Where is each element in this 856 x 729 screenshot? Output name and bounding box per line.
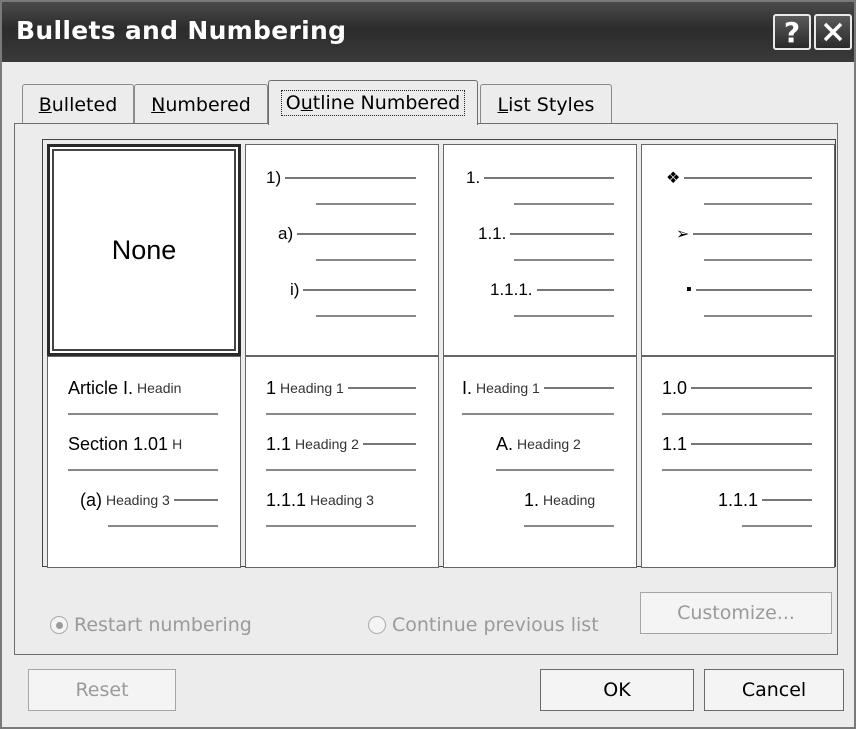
tab-bulleted-label: Bulleted xyxy=(38,93,118,116)
title-bar[interactable]: Bullets and Numbering ? xyxy=(2,2,854,62)
style-none-label: None xyxy=(111,234,177,265)
style-article-section[interactable]: Article I. Headin Section 1.01 H (a) Headin… xyxy=(47,356,241,568)
tab-list-styles-label: List Styles xyxy=(497,93,595,116)
diamond-bullet-icon: ❖ xyxy=(666,170,681,187)
style-row: I. Heading 1 xyxy=(462,377,614,399)
dialog-window: Bullets and Numbering ? Bulleted Numbere… xyxy=(0,0,856,729)
style-heading-roman[interactable]: I. Heading 1 A. Heading 2 1. Heading xyxy=(443,356,637,568)
style-row: A. Heading 2 xyxy=(496,433,581,454)
window-title: Bullets and Numbering xyxy=(16,16,347,45)
close-icon xyxy=(823,22,843,42)
style-row: 1 Heading 1 xyxy=(266,377,416,399)
radio-selected-icon xyxy=(50,616,68,634)
style-row: 1.1.1. xyxy=(490,279,614,301)
tab-outline-numbered-label: Outline Numbered xyxy=(280,90,466,116)
style-row: a) xyxy=(278,223,416,245)
style-row: (a) Heading 3 xyxy=(80,489,218,511)
style-row: ❖ xyxy=(666,167,812,189)
style-none[interactable]: None xyxy=(47,144,241,356)
reset-button[interactable]: Reset xyxy=(28,669,176,711)
style-decimal-legal[interactable]: 1. 1.1. 1.1.1. xyxy=(443,144,637,356)
customize-button[interactable]: Customize... xyxy=(640,592,832,634)
help-icon: ? xyxy=(783,15,801,49)
continue-previous-list-label: Continue previous list xyxy=(392,614,599,636)
restart-numbering-label: Restart numbering xyxy=(74,614,252,636)
style-row: 1. Heading xyxy=(524,489,596,510)
style-row: 1.1.1 Heading 3 xyxy=(266,489,374,510)
style-parenthesis[interactable]: 1) a) i) xyxy=(245,144,439,356)
tab-numbered[interactable]: Numbered xyxy=(134,84,268,124)
style-row: 1) xyxy=(266,167,416,189)
outline-style-gallery: None 1) a) i) 1. 1.1. 1.1.1. ❖ ➢ ▪ Artic… xyxy=(42,139,836,568)
style-row: Article I. Headin xyxy=(68,377,182,398)
tab-numbered-label: Numbered xyxy=(151,93,251,116)
style-row: 1.1 Heading 2 xyxy=(266,433,416,455)
style-row: i) xyxy=(290,279,416,301)
tab-outline-numbered[interactable]: Outline Numbered xyxy=(268,80,478,125)
square-bullet-icon: ▪ xyxy=(686,281,692,298)
restart-numbering-radio[interactable]: Restart numbering xyxy=(50,614,252,636)
style-row: Section 1.01 H xyxy=(68,433,183,454)
ok-button[interactable]: OK xyxy=(540,669,694,711)
tab-list-styles[interactable]: List Styles xyxy=(480,84,612,124)
radio-unselected-icon xyxy=(368,616,386,634)
style-row: 1.1. xyxy=(478,223,614,245)
close-button[interactable] xyxy=(814,14,852,50)
style-decimal-outline[interactable]: 1.0 1.1 1.1.1 xyxy=(641,356,835,568)
arrow-bullet-icon: ➢ xyxy=(676,226,690,243)
cancel-button[interactable]: Cancel xyxy=(704,669,844,711)
style-row: ➢ xyxy=(676,223,812,245)
style-row: ▪ xyxy=(686,279,812,301)
style-row: 1.1 xyxy=(662,433,812,455)
style-row: 1.1.1 xyxy=(718,489,812,511)
style-row: 1. xyxy=(466,167,614,189)
continue-previous-list-radio[interactable]: Continue previous list xyxy=(368,614,599,636)
style-heading-numbered[interactable]: 1 Heading 1 1.1 Heading 2 1.1.1 Heading 3 xyxy=(245,356,439,568)
style-bullets[interactable]: ❖ ➢ ▪ xyxy=(641,144,835,356)
style-row: 1.0 xyxy=(662,377,812,399)
help-button[interactable]: ? xyxy=(773,14,811,50)
tab-bulleted[interactable]: Bulleted xyxy=(22,84,134,124)
